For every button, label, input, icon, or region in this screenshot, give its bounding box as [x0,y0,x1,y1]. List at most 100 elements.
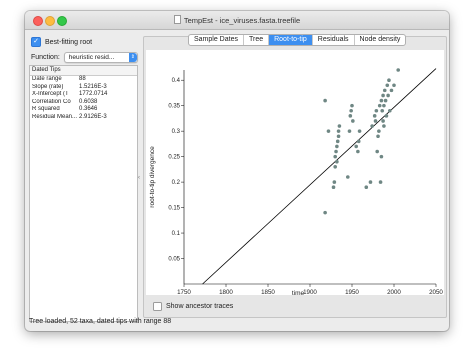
table-cell-key: R squared [32,106,60,112]
data-point [364,185,369,189]
table-cell-key: Date range [32,76,62,82]
data-point [349,108,353,113]
data-point [374,108,379,113]
data-point [383,98,388,103]
right-panel: Sample Dates Tree Root-to-tip Residuals … [143,34,447,318]
show-ancestor-traces-checkbox[interactable] [153,302,162,311]
data-point [396,68,400,72]
data-point [380,108,385,113]
data-point [347,129,352,133]
title-bar[interactable]: TempEst - ice_viruses.fasta.treefile [25,11,449,30]
table-cell-value: 88 [79,76,86,82]
data-point [334,149,338,154]
root-to-tip-chart[interactable]: 1750 1800 1850 1900 1950 2000 2050 0.05 0.1 0.15… [146,50,444,295]
x-axis-ticks: 1750 1800 1850 1900 1950 2000 2050 [177,284,443,295]
data-point [337,124,342,128]
data-point [377,103,382,108]
table-row[interactable]: X-Intercept (T 1772.0714 [30,91,137,99]
y-axis-ticks: 0.05 0.1 0.15 0.2 0.25 0.3 0.35 0.4 [168,78,184,263]
show-ancestor-traces-row[interactable]: Show ancestor traces [153,302,233,311]
y-tick-label: 0.2 [172,180,181,186]
data-point [354,144,358,149]
table-row[interactable]: Residual Mean... 2.9126E-3 [30,114,137,122]
table-header: Dated Tips [30,66,137,76]
window-title-text: TempEst - ice_viruses.fasta.treefile [183,16,301,25]
x-tick-label: 1750 [177,289,191,295]
data-point [384,114,389,118]
window-title: TempEst - ice_viruses.fasta.treefile [25,15,449,25]
function-row: Function: heuristic resid... ⇕ [31,52,138,63]
x-tick-label: 1800 [219,289,233,295]
y-tick-label: 0.05 [168,257,180,263]
y-tick-label: 0.35 [168,104,180,110]
function-select[interactable]: heuristic resid... ⇕ [63,52,138,63]
data-point [335,159,339,164]
x-axis-label: time [292,290,305,295]
data-point [373,119,378,123]
table-cell-key: Slope (rate) [32,83,64,90]
tab-tree[interactable]: Tree [244,35,270,45]
y-tick-label: 0.3 [172,129,181,135]
data-point [351,119,355,123]
data-point [376,134,380,139]
table-cell-value: 1.5216E-3 [79,83,107,90]
tab-sample-dates[interactable]: Sample Dates [189,35,244,45]
plot-area[interactable]: 1750 1800 1850 1900 1950 2000 2050 0.05 0.1 0.15… [146,50,444,295]
data-point [382,88,387,93]
tab-node-density[interactable]: Node density [355,35,406,45]
data-point [332,180,337,184]
data-point [336,129,341,133]
data-point [331,185,336,189]
data-point [356,139,361,144]
tab-residuals[interactable]: Residuals [313,35,355,45]
data-point [368,180,373,184]
x-tick-label: 1950 [345,289,359,295]
function-select-value: heuristic resid... [68,54,115,61]
x-tick-label: 2000 [387,289,401,295]
tab-root-to-tip[interactable]: Root-to-tip [269,35,313,45]
data-point [335,144,339,149]
data-point [382,124,386,128]
table-cell-value: 0.6038 [79,98,98,105]
data-point [386,93,390,98]
regression-line [202,68,437,285]
data-point [379,154,384,159]
data-points [323,68,400,215]
best-fitting-root-checkbox[interactable]: ✓ [31,37,41,47]
function-label: Function: [31,54,60,61]
data-point [377,129,381,133]
table-row[interactable]: R squared 0.3646 [30,106,137,114]
table-cell-key: X-Intercept (T [32,91,69,97]
best-fitting-root-row[interactable]: ✓ Best-fitting root [31,37,92,47]
split-pane-handle[interactable]: ‹ [138,175,140,181]
data-point [370,124,374,128]
data-point [348,114,353,118]
data-point [381,93,385,98]
data-point [350,103,354,108]
data-point [378,180,383,184]
regression-line-group [202,68,437,285]
tab-bar: Sample Dates Tree Root-to-tip Residuals … [188,34,407,46]
table-row[interactable]: Correlation Co 0.6038 [30,99,137,107]
data-point [357,129,362,133]
table-cell-value: 2.9126E-3 [79,113,107,120]
x-tick-label: 1850 [261,289,275,295]
data-point [379,98,384,103]
table-row[interactable]: Slope (rate) 1.5216E-3 [30,84,137,92]
data-point [375,149,379,154]
table-cell-key: Residual Mean... [32,113,78,120]
data-point [389,88,394,93]
table-cell-value: 0.3646 [79,106,98,112]
y-tick-label: 0.4 [172,78,181,84]
best-fitting-root-label: Best-fitting root [45,38,93,46]
data-point [335,139,340,144]
data-point [381,119,385,123]
data-point [356,149,360,154]
data-point [388,108,392,113]
table-row[interactable]: Date range 88 [30,76,137,84]
y-tick-label: 0.25 [168,155,180,161]
data-point [336,134,341,139]
data-point [392,83,396,88]
data-point [346,175,350,179]
y-tick-label: 0.15 [168,206,180,212]
